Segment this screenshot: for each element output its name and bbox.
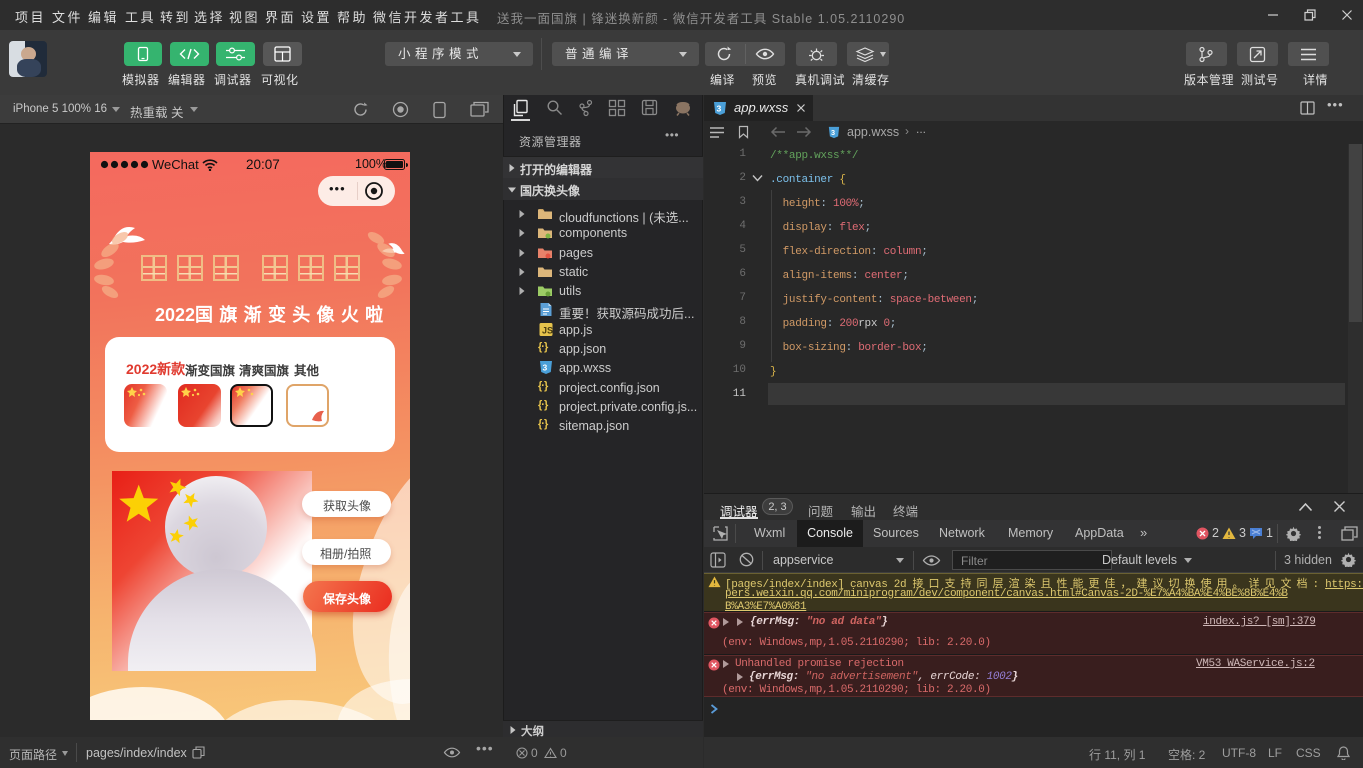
svg-text:3: 3 [543, 363, 548, 373]
svg-text:JS: JS [542, 325, 553, 335]
svg-text:3: 3 [831, 128, 835, 137]
svg-text:3: 3 [717, 104, 722, 114]
